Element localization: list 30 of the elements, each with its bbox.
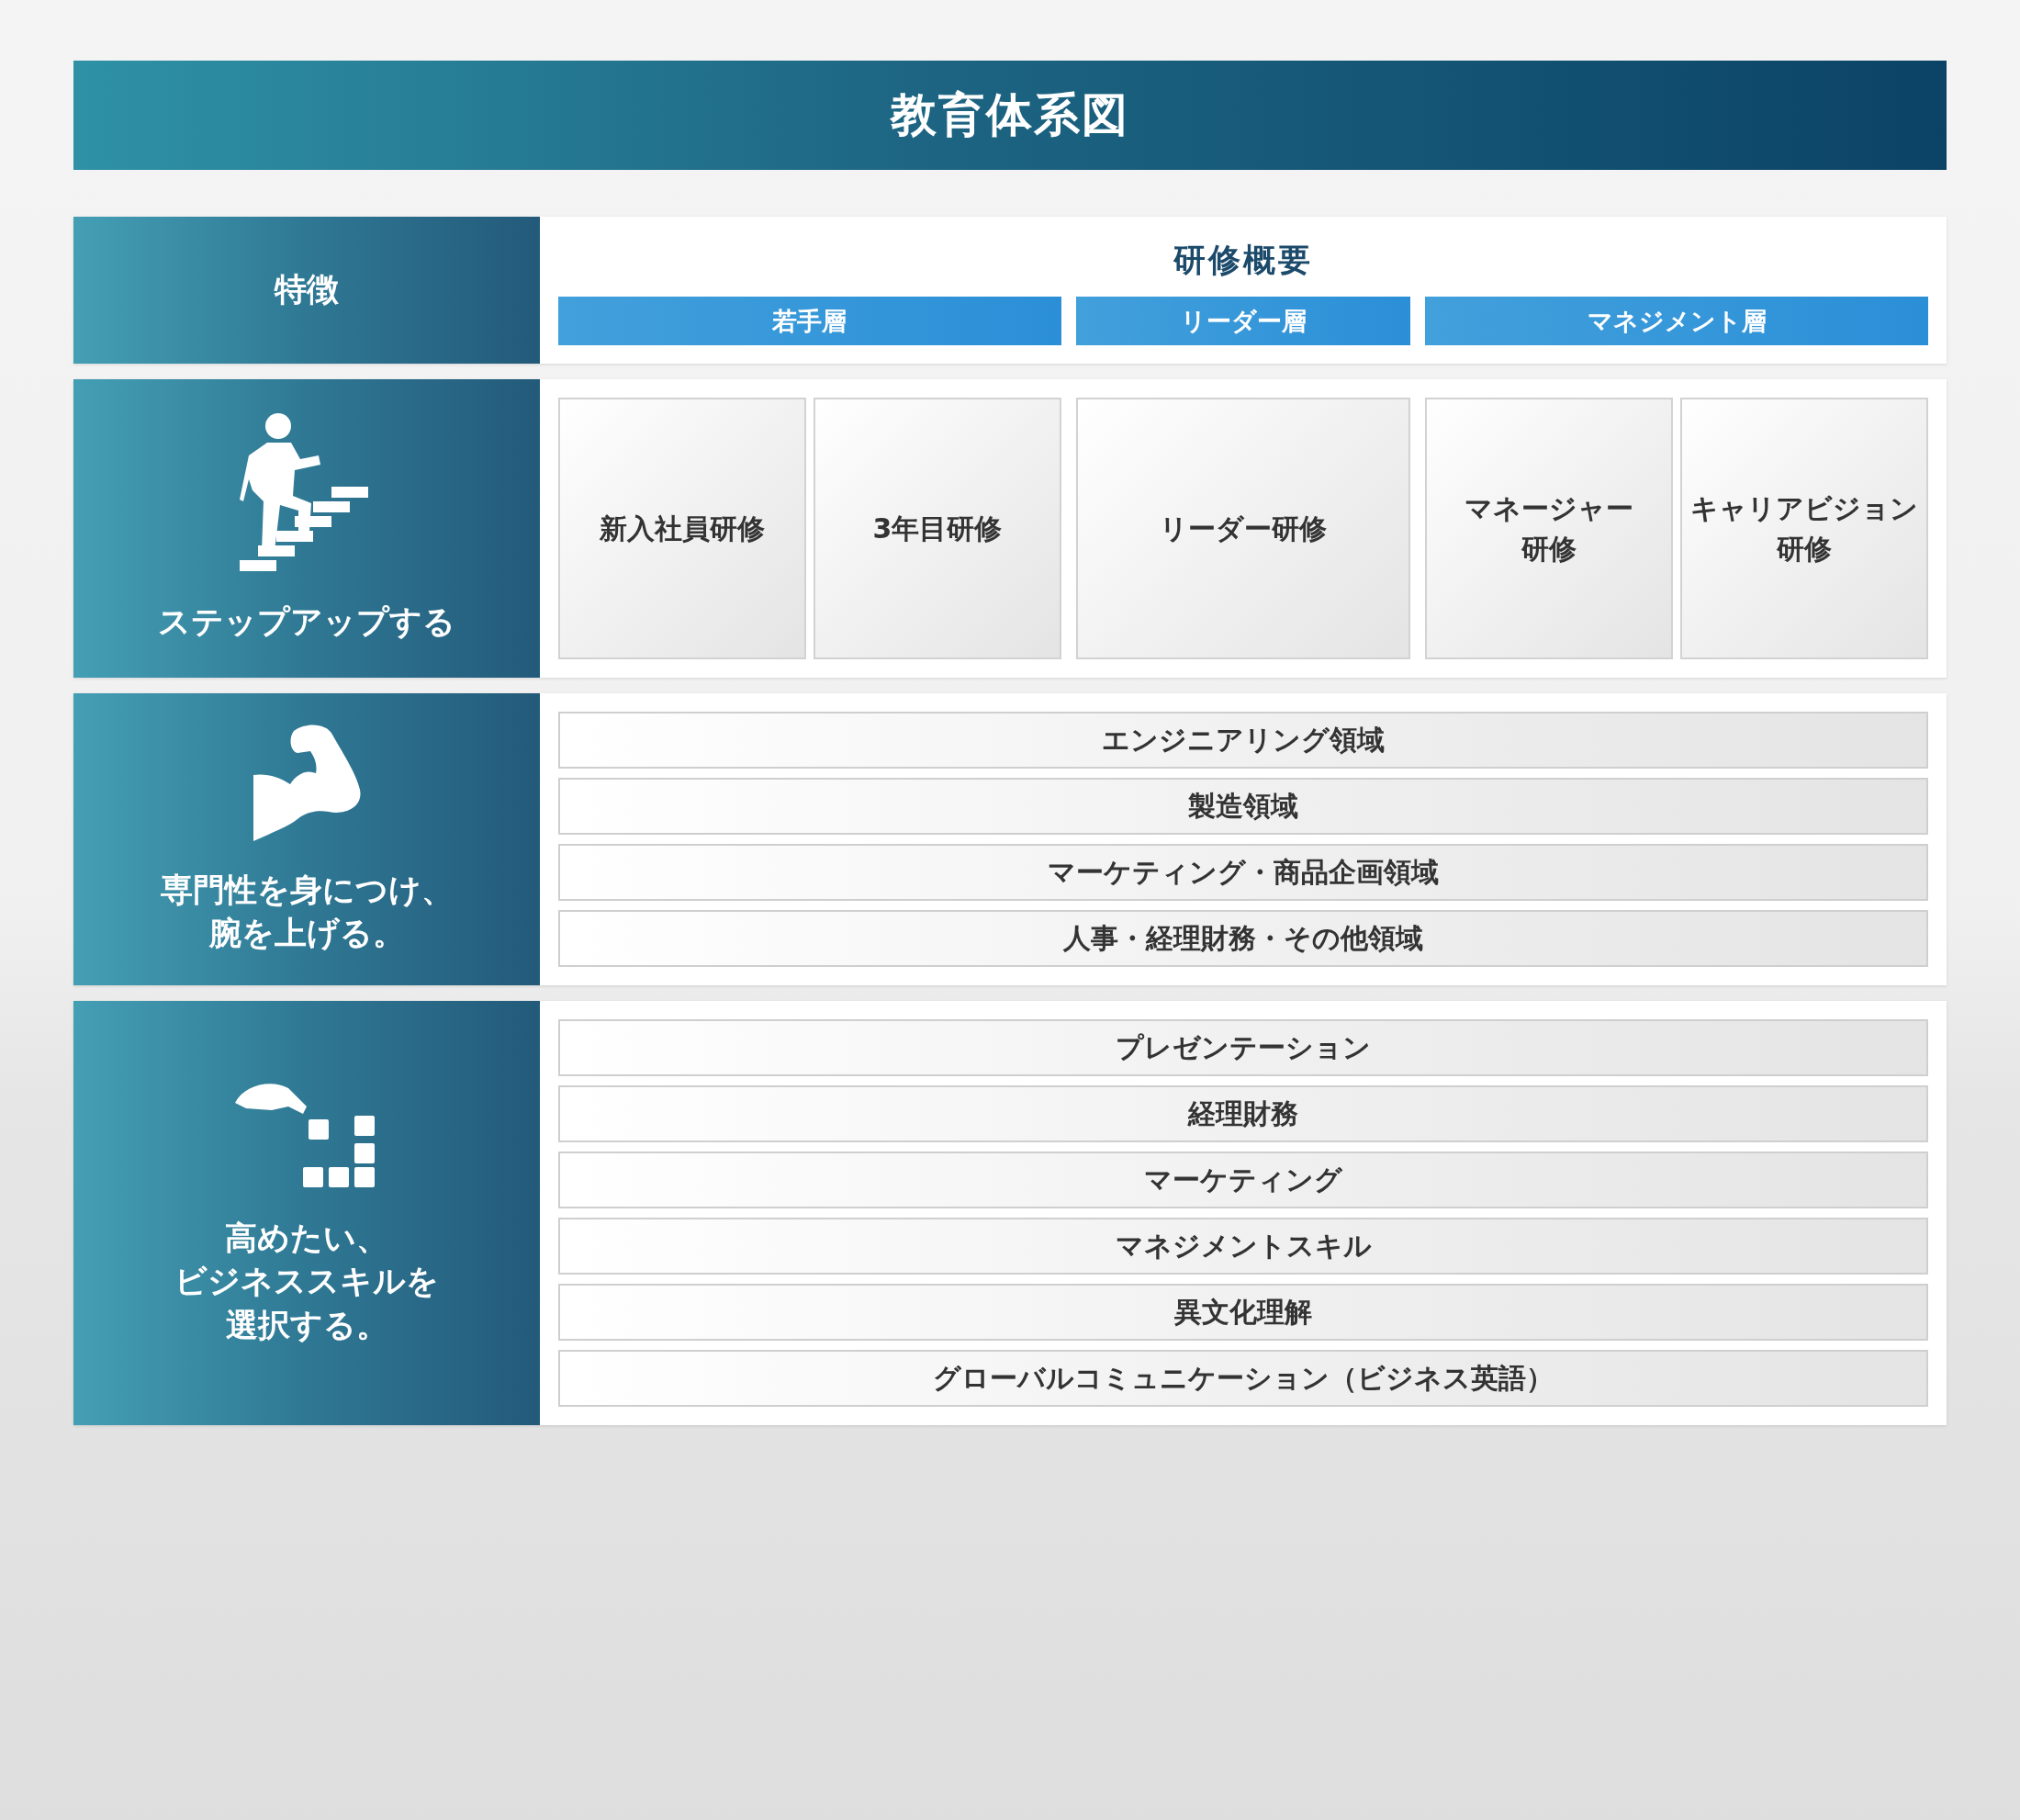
caption-line: 高めたい、 xyxy=(225,1219,388,1259)
training-item: グローバルコミュニケーション（ビジネス英語） xyxy=(558,1350,1928,1407)
flexed-arm-icon xyxy=(252,723,362,843)
feature-label: 特徴 xyxy=(275,270,339,310)
page-title: 教育体系図 xyxy=(73,61,1947,170)
course-name: 研修 xyxy=(1777,531,1833,567)
training-item: マーケティング xyxy=(558,1152,1928,1208)
overview-title: 研修概要 xyxy=(1172,241,1314,280)
course-name: 研修 xyxy=(1521,531,1577,567)
caption-line: 選択する。 xyxy=(225,1305,388,1345)
course-name: 3年目研修 xyxy=(872,511,1003,546)
caption-line: ステップアップする xyxy=(158,601,455,642)
training-item: 異文化理解 xyxy=(558,1284,1928,1341)
caption-line: 専門性を身につけ、 xyxy=(160,870,454,910)
training-item: 製造領域 xyxy=(558,778,1928,835)
course-name: 新入社員研修 xyxy=(599,511,765,546)
course-name: リーダー研修 xyxy=(1160,511,1327,546)
training-item: エンジニアリング領域 xyxy=(558,712,1928,769)
course-name: キャリアビジョン xyxy=(1690,491,1919,526)
training-item: マーケティング・商品企画領域 xyxy=(558,844,1928,901)
training-item: 人事・経理財務・その他領域 xyxy=(558,910,1928,967)
caption-line: 腕を上げる。 xyxy=(208,914,405,953)
training-item: 経理財務 xyxy=(558,1085,1928,1142)
course-name: マネージャー xyxy=(1464,491,1634,526)
caption-line: ビジネススキルを xyxy=(174,1262,439,1302)
training-item: マネジメントスキル xyxy=(558,1218,1928,1275)
tier-label: マネジメント層 xyxy=(1425,297,1928,345)
tier-label: リーダー層 xyxy=(1075,297,1411,345)
tier-label: 若手層 xyxy=(558,297,1061,345)
training-item: プレゼンテーション xyxy=(558,1019,1928,1076)
